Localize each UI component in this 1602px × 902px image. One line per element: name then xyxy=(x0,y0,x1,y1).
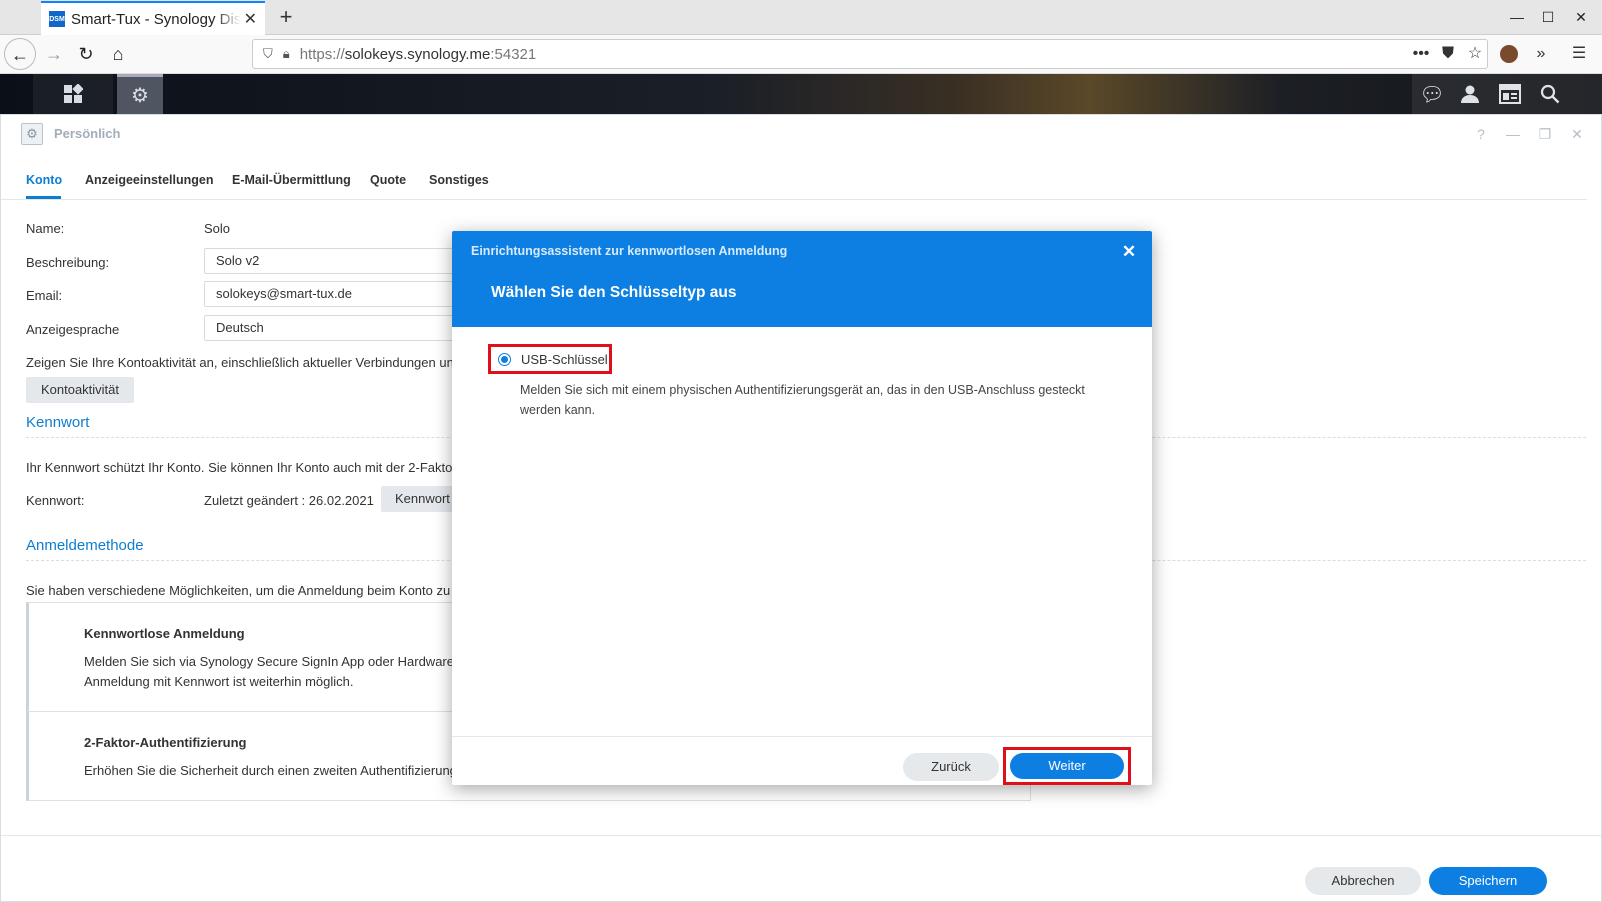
tab-sonstiges[interactable]: Sonstiges xyxy=(429,173,489,187)
url-bar[interactable]: ⛉ 🔒︎ https:// solokeys.synology.me :5432… xyxy=(252,39,1488,69)
browser-tab-bar: DSM Smart-Tux - Synology DiskStation ✕ +… xyxy=(0,0,1602,35)
dsm-favicon-icon: DSM xyxy=(49,11,65,27)
name-value: Solo xyxy=(204,221,231,236)
browser-tab[interactable]: DSM Smart-Tux - Synology DiskStation ✕ xyxy=(41,1,265,35)
next-button-highlight: Weiter xyxy=(1003,747,1131,785)
overflow-chevron-icon[interactable]: » xyxy=(1530,43,1552,65)
login-method-text: Sie haben verschiedene Möglichkeiten, um… xyxy=(26,583,451,598)
dialog-title: Wählen Sie den Schlüsseltyp aus xyxy=(491,284,737,301)
change-password-button[interactable]: Kennwort xyxy=(381,486,461,512)
email-input[interactable]: solokeys@smart-tux.de xyxy=(204,281,464,307)
new-tab-button[interactable]: + xyxy=(272,3,300,31)
browser-tab-title: Smart-Tux - Synology DiskStation xyxy=(71,10,241,28)
widgets-icon[interactable] xyxy=(1490,74,1530,114)
home-button[interactable]: ⌂ xyxy=(102,38,134,70)
description-label: Beschreibung: xyxy=(26,255,110,270)
two-factor-card-line1: Erhöhen Sie die Sicherheit durch einen z… xyxy=(84,763,502,778)
profile-avatar-icon[interactable] xyxy=(1500,45,1518,63)
lock-icon[interactable]: 🔒︎ xyxy=(283,46,290,62)
two-factor-card-title: 2-Faktor-Authentifizierung xyxy=(84,735,247,750)
activity-text: Zeigen Sie Ihre Kontoaktivität an, einsc… xyxy=(26,355,454,370)
save-button[interactable]: Speichern xyxy=(1429,867,1547,895)
dsm-taskbar-right: 💬︎ xyxy=(1412,74,1602,114)
url-scheme: https:// xyxy=(299,45,345,63)
close-window-button[interactable]: ✕ xyxy=(1566,5,1596,29)
usb-key-option[interactable]: USB-Schlüssel xyxy=(488,344,612,374)
window-footer: Abbrechen Speichern xyxy=(1,835,1601,902)
bookmark-star-icon[interactable]: ☆ xyxy=(1464,43,1486,65)
dialog-close-icon[interactable]: ✕ xyxy=(1118,241,1140,263)
user-icon[interactable] xyxy=(1450,74,1490,114)
close-tab-icon[interactable]: ✕ xyxy=(244,9,257,29)
pocket-icon[interactable]: ⛊ xyxy=(1437,43,1459,65)
next-button[interactable]: Weiter xyxy=(1010,753,1124,779)
dsm-taskbar: ⚙ xyxy=(0,74,1602,114)
active-tab-indicator xyxy=(26,196,61,199)
search-icon[interactable] xyxy=(1530,74,1570,114)
account-activity-button[interactable]: Kontoaktivität xyxy=(26,377,134,403)
main-menu-grid-icon[interactable] xyxy=(33,74,113,114)
language-select[interactable]: Deutsch xyxy=(204,315,464,341)
reload-button[interactable]: ↻ xyxy=(70,38,102,70)
help-icon[interactable]: ? xyxy=(1470,123,1492,145)
tab-email[interactable]: E-Mail-Übermittlung xyxy=(232,173,351,187)
password-label: Kennwort: xyxy=(26,493,85,508)
usb-key-description: Melden Sie sich mit einem physischen Aut… xyxy=(520,383,1085,417)
personal-window-icon: ⚙ xyxy=(21,123,43,145)
dialog-footer: Zurück Weiter xyxy=(452,736,1152,785)
tab-quote[interactable]: Quote xyxy=(370,173,406,187)
window-title: Persönlich xyxy=(54,126,121,141)
password-changed-date: Zuletzt geändert : 26.02.2021 xyxy=(204,493,374,508)
passwordless-card-line1: Melden Sie sich via Synology Secure Sign… xyxy=(84,654,454,669)
dialog-subtitle: Einrichtungsassistent zur kennwortlosen … xyxy=(471,244,788,258)
cancel-button[interactable]: Abbrechen xyxy=(1305,867,1421,895)
page-actions-icon[interactable]: ••• xyxy=(1410,43,1432,65)
usb-key-radio[interactable] xyxy=(498,352,511,366)
description-input[interactable]: Solo v2 xyxy=(204,248,464,274)
dialog-header: Einrichtungsassistent zur kennwortlosen … xyxy=(452,231,1152,327)
minimize-icon[interactable]: — xyxy=(1502,123,1524,145)
tab-anzeigeeinstellungen[interactable]: Anzeigeeinstellungen xyxy=(85,173,214,187)
password-section-title: Kennwort xyxy=(26,414,90,431)
usb-key-label: USB-Schlüssel xyxy=(521,351,608,367)
login-method-section-title: Anmeldemethode xyxy=(26,537,144,554)
url-port: :54321 xyxy=(490,45,537,63)
email-label: Email: xyxy=(26,288,63,303)
name-label: Name: xyxy=(26,221,65,236)
radio-selected-dot xyxy=(501,355,508,363)
password-text: Ihr Kennwort schützt Ihr Konto. Sie könn… xyxy=(26,460,453,475)
settings-tabs: Konto Anzeigeeinstellungen E-Mail-Übermi… xyxy=(1,163,1587,200)
restore-icon[interactable]: ❐ xyxy=(1534,123,1556,145)
hamburger-menu-icon[interactable]: ☰ xyxy=(1568,43,1590,65)
url-host: solokeys.synology.me xyxy=(344,45,491,63)
chat-icon[interactable]: 💬︎ xyxy=(1412,74,1452,114)
passwordless-setup-dialog: Einrichtungsassistent zur kennwortlosen … xyxy=(452,231,1152,785)
tab-konto[interactable]: Konto xyxy=(26,173,62,187)
minimize-window-button[interactable]: — xyxy=(1502,5,1532,29)
shield-icon[interactable]: ⛉ xyxy=(263,46,273,62)
forward-button[interactable]: → xyxy=(38,38,70,70)
passwordless-card-line2: Anmeldung mit Kennwort ist weiterhin mög… xyxy=(84,674,354,689)
back-button[interactable]: Zurück xyxy=(903,753,999,781)
back-button[interactable]: ← xyxy=(4,38,36,70)
passwordless-card-title: Kennwortlose Anmeldung xyxy=(84,626,245,641)
personal-settings-app-icon[interactable]: ⚙ xyxy=(117,74,163,114)
browser-nav-bar: ← → ↻ ⌂ ⛉ 🔒︎ https:// solokeys.synology.… xyxy=(0,35,1602,74)
close-icon[interactable]: ✕ xyxy=(1566,123,1588,145)
language-label: Anzeigesprache xyxy=(26,322,120,337)
maximize-window-button[interactable]: ☐ xyxy=(1533,5,1563,29)
